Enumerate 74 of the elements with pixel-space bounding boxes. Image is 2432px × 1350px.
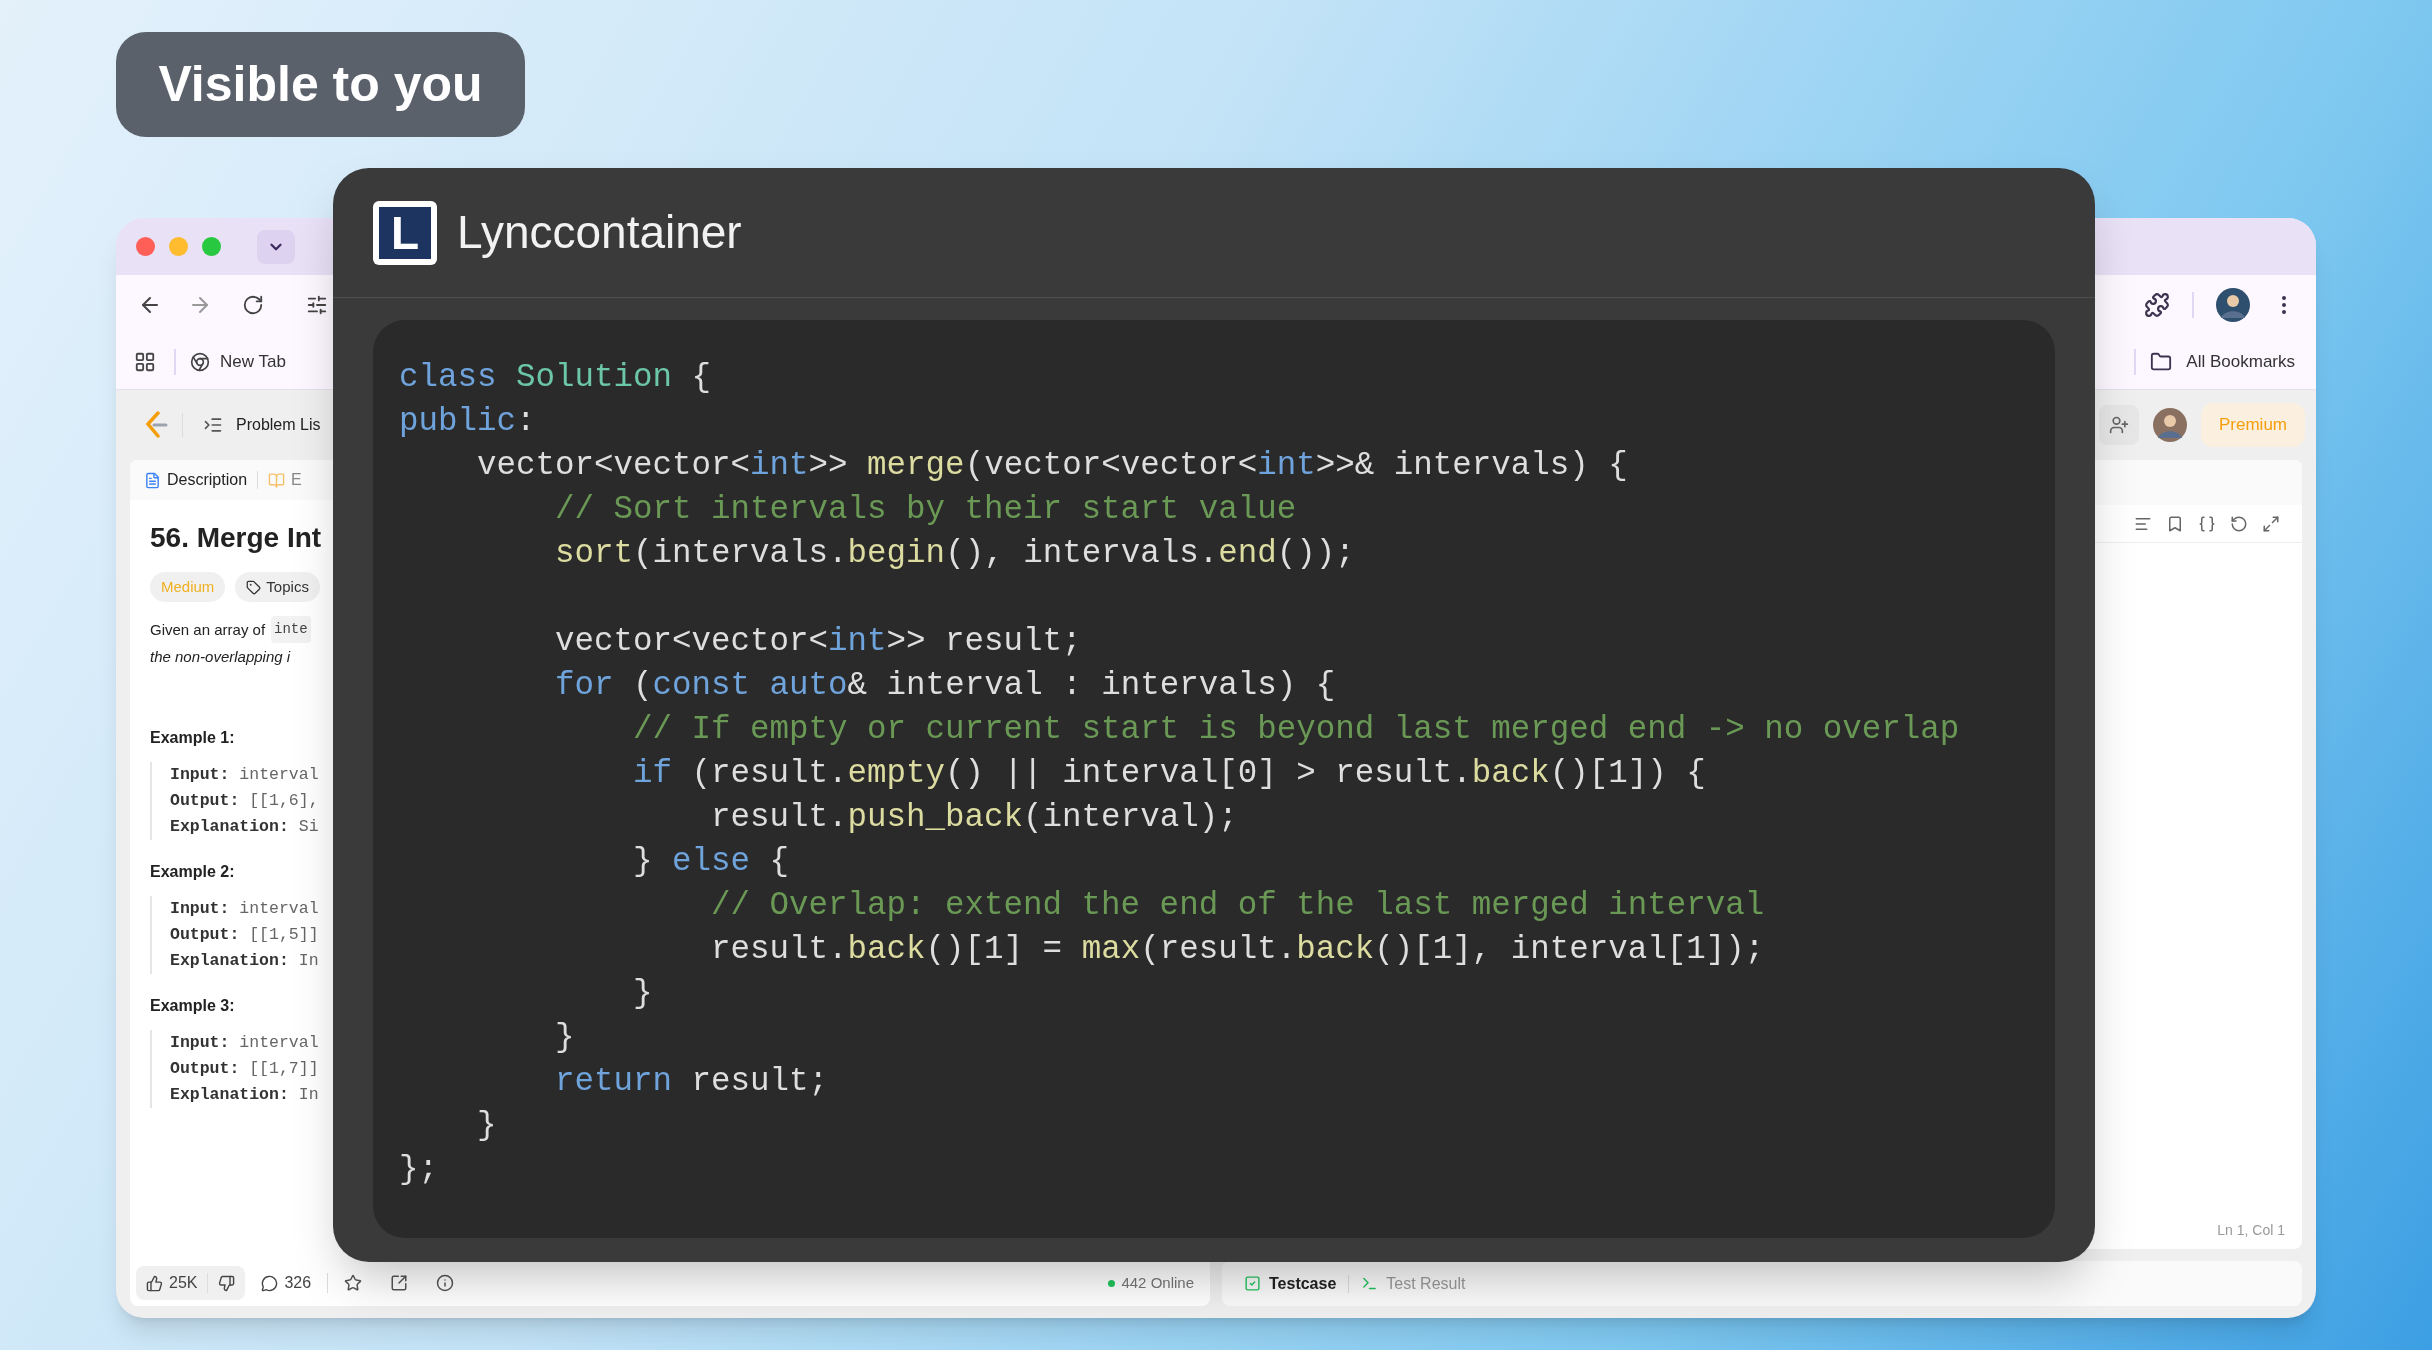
star-icon[interactable] — [344, 1274, 363, 1292]
code-line: result.push_back(interval); — [710, 798, 1238, 838]
comments-button[interactable]: 326 — [261, 1271, 312, 1295]
thumbs-down-icon[interactable] — [218, 1274, 236, 1292]
code-line: for (const auto& interval : intervals) { — [554, 666, 1336, 706]
code-line: vector<vector<int>> result; — [554, 622, 1082, 662]
example-line: Input: interval — [170, 898, 319, 920]
example-title: Example 1: — [150, 728, 235, 748]
like-button[interactable]: 25K — [136, 1271, 208, 1295]
share-icon[interactable] — [390, 1274, 409, 1292]
add-user-icon — [2109, 415, 2129, 435]
circle-logo-icon — [190, 352, 210, 372]
badge: Visible to you — [116, 32, 525, 137]
code-line: } — [476, 1106, 497, 1146]
check-icon — [1244, 1275, 1261, 1292]
braces-icon[interactable] — [2198, 514, 2216, 533]
code-line: } — [632, 974, 653, 1014]
folder-icon — [2150, 351, 2173, 373]
example-line: Explanation: Si — [170, 816, 319, 838]
book-icon — [268, 471, 286, 489]
online-count: 442 Online — [1108, 1271, 1194, 1295]
bookmark[interactable]: New Tab — [190, 349, 286, 375]
code-line: // Overlap: extend the end of the last merged interval — [710, 886, 1765, 926]
example-line: Explanation: In — [170, 950, 319, 972]
problem-title: 56. Merge Int — [150, 521, 322, 555]
overlay-title: Lynccontainer — [457, 205, 742, 260]
app-logo: L — [373, 200, 437, 265]
example-line: Output: [[1,6], — [170, 790, 319, 812]
tag-icon — [246, 579, 262, 595]
apps-icon[interactable] — [134, 351, 156, 373]
reset-icon[interactable] — [2230, 514, 2248, 533]
comment-icon — [261, 1274, 279, 1292]
bookmark-icon[interactable] — [2166, 514, 2184, 533]
code-line: return result; — [554, 1062, 829, 1102]
extensions-icon[interactable] — [2144, 292, 2170, 318]
cursor-position: Ln 1, Col 1 — [2217, 1221, 2286, 1240]
console-tab[interactable]: Testcase — [1244, 1271, 1337, 1296]
code-line: // Sort intervals by their start value — [554, 490, 1297, 530]
document-icon — [144, 471, 161, 489]
example-line: Explanation: In — [170, 1084, 319, 1106]
code-line: sort(intervals.begin(), intervals.end()); — [554, 534, 1355, 574]
panel-tab[interactable]: Description — [144, 468, 248, 492]
site-settings-icon[interactable] — [306, 294, 328, 316]
code-line: // If empty or current start is beyond last merged end -> no overlap — [632, 710, 1960, 750]
code-line: vector<vector<int>> merge(vector<vector<int>>& intervals) { — [476, 446, 1628, 486]
avatar[interactable] — [2153, 408, 2187, 442]
example-line: Output: [[1,7]] — [170, 1058, 319, 1080]
example-title: Example 3: — [150, 996, 235, 1016]
code-line: result.back()[1] = max(result.back()[1], interval[1]); — [710, 930, 1765, 970]
inline-code: inte — [271, 616, 311, 643]
example-line: Input: interval — [170, 1032, 319, 1054]
description-text: the non-overlapping i — [150, 647, 292, 667]
code-line: public: — [399, 402, 536, 442]
avatar[interactable] — [2216, 288, 2250, 322]
code-line: class Solution { — [399, 358, 712, 398]
expand-icon[interactable] — [2262, 514, 2280, 533]
example-line: Output: [[1,5]] — [170, 924, 319, 946]
problem-list-link[interactable]: Problem Lis — [236, 413, 321, 437]
list-icon — [203, 415, 223, 435]
terminal-icon — [1361, 1275, 1379, 1292]
code-line: } — [554, 1018, 575, 1058]
tab-list-button[interactable] — [257, 229, 295, 264]
code-line: } else { — [632, 842, 790, 882]
description-text: Given an array of — [150, 620, 266, 640]
code-line: }; — [399, 1150, 438, 1190]
example-title: Example 2: — [150, 862, 235, 882]
info-icon[interactable] — [436, 1274, 455, 1292]
all-bookmarks-link[interactable]: All Bookmarks — [2186, 349, 2295, 375]
tag[interactable]: Topics — [235, 572, 320, 602]
reload-icon[interactable] — [242, 294, 264, 316]
example-line: Input: interval — [170, 764, 319, 786]
thumbs-up-icon — [146, 1274, 163, 1292]
invite-button[interactable] — [2099, 405, 2139, 445]
code-line: if (result.empty() || interval[0] > result.back()[1]) { — [632, 754, 1706, 794]
